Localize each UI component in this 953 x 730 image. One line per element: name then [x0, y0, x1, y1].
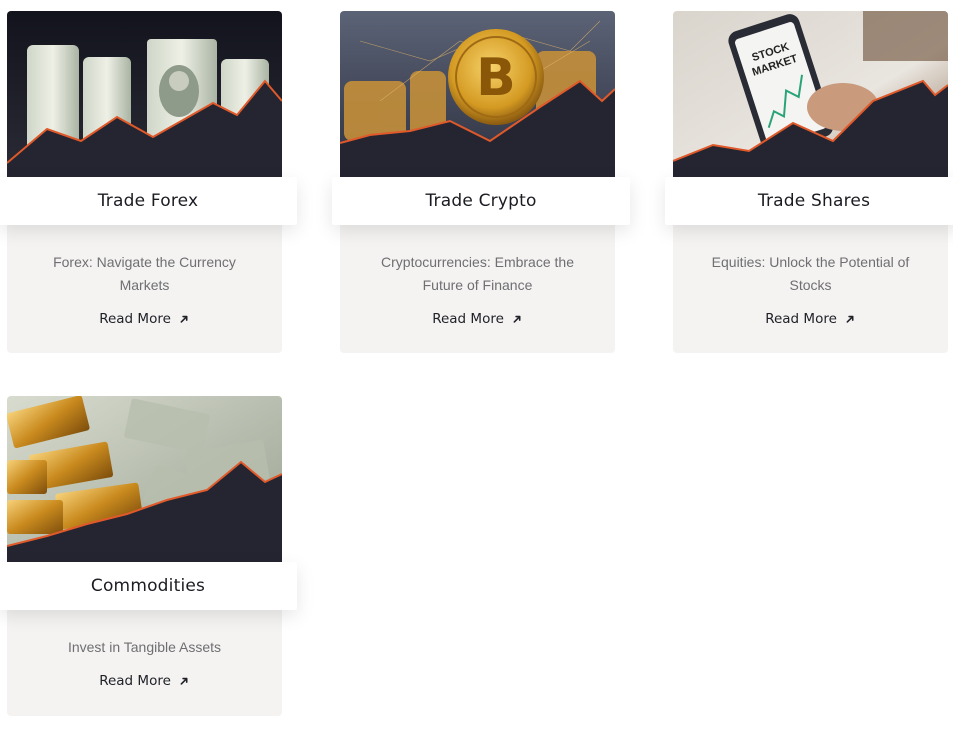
read-more-link[interactable]: Read More ➜	[7, 672, 282, 691]
svg-text:B: B	[476, 48, 516, 108]
card-trade-shares: STOCK MARKET Trade Shares Equities: Unlo…	[665, 11, 953, 353]
card-title: Trade Shares	[757, 191, 871, 211]
commodities-image	[7, 396, 282, 562]
gold-bars-icon	[7, 396, 282, 562]
shares-image: STOCK MARKET	[673, 11, 948, 177]
dollar-bills-icon	[7, 11, 282, 177]
card-title-box: Trade Forex	[0, 177, 297, 225]
read-more-label: Read More	[765, 311, 837, 327]
services-grid: Trade Forex Forex: Navigate the Currency…	[0, 0, 953, 730]
stock-market-phone-icon: STOCK MARKET	[673, 11, 948, 177]
read-more-label: Read More	[99, 673, 171, 689]
card-title-box: Trade Shares	[665, 177, 953, 225]
card-description: Cryptocurrencies: Embrace the Future of …	[381, 254, 574, 293]
card-trade-crypto: B Trade Crypto Cryptocurrencies: Embrace…	[332, 11, 630, 353]
read-more-link[interactable]: Read More ➜	[340, 310, 615, 329]
card-description: Forex: Navigate the Currency Markets	[53, 254, 236, 293]
arrow-down-right-icon: ➜	[175, 310, 194, 329]
crypto-image: B	[340, 11, 615, 177]
arrow-down-right-icon: ➜	[508, 310, 527, 329]
read-more-link[interactable]: Read More ➜	[7, 310, 282, 329]
card-title-box: Commodities	[0, 562, 297, 610]
card-description: Equities: Unlock the Potential of Stocks	[711, 254, 910, 293]
arrow-down-right-icon: ➜	[175, 672, 194, 691]
card-description: Invest in Tangible Assets	[67, 639, 222, 655]
bitcoin-coin-icon: B	[340, 11, 615, 177]
read-more-link[interactable]: Read More ➜	[673, 310, 948, 329]
arrow-down-right-icon: ➜	[841, 310, 860, 329]
card-title: Trade Crypto	[425, 191, 537, 211]
card-trade-forex: Trade Forex Forex: Navigate the Currency…	[0, 11, 297, 353]
card-title: Commodities	[90, 576, 206, 596]
read-more-label: Read More	[432, 311, 504, 327]
card-title-box: Trade Crypto	[332, 177, 630, 225]
card-commodities: Commodities Invest in Tangible Assets Re…	[0, 396, 297, 716]
card-title: Trade Forex	[97, 191, 199, 211]
forex-image	[7, 11, 282, 177]
read-more-label: Read More	[99, 311, 171, 327]
